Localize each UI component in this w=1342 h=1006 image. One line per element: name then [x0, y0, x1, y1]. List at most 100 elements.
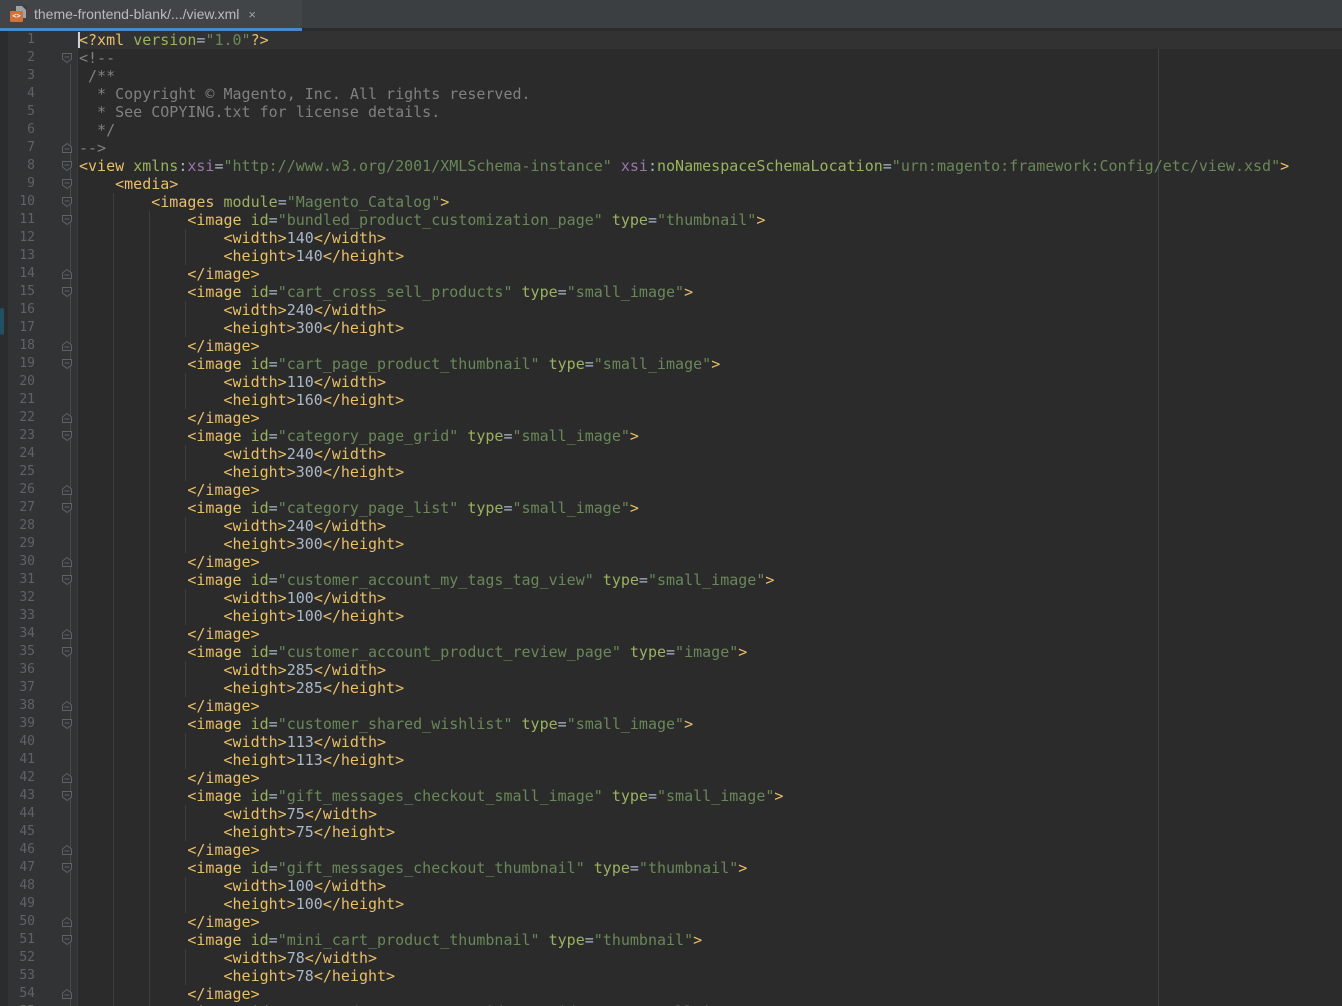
code-line[interactable]: 19 <image id="cart_page_product_thumbnai… [0, 355, 1342, 373]
fold-marker-icon[interactable] [61, 628, 73, 640]
fold-marker-icon[interactable] [61, 862, 73, 874]
code-line[interactable]: 1<?xml version="1.0"?> [0, 31, 1342, 49]
code-line[interactable]: 34 </image> [0, 625, 1342, 643]
code-line[interactable]: 41 <height>113</height> [0, 751, 1342, 769]
fold-slot [35, 913, 78, 931]
fold-marker-icon[interactable] [61, 178, 73, 190]
fold-slot [35, 49, 78, 67]
code-line[interactable]: 53 <height>78</height> [0, 967, 1342, 985]
code-line[interactable]: 16 <width>240</width> [0, 301, 1342, 319]
fold-marker-icon[interactable] [61, 646, 73, 658]
fold-slot [35, 535, 78, 553]
code-line[interactable]: 11 <image id="bundled_product_customizat… [0, 211, 1342, 229]
fold-marker-icon[interactable] [61, 286, 73, 298]
code-line[interactable]: 4 * Copyright © Magento, Inc. All rights… [0, 85, 1342, 103]
code-line[interactable]: 9 <media> [0, 175, 1342, 193]
code-line[interactable]: 12 <width>140</width> [0, 229, 1342, 247]
fold-marker-icon[interactable] [61, 988, 73, 1000]
code-line[interactable]: 26 </image> [0, 481, 1342, 499]
code-line[interactable]: 43 <image id="gift_messages_checkout_sma… [0, 787, 1342, 805]
fold-marker-icon[interactable] [61, 412, 73, 424]
code-line[interactable]: 21 <height>160</height> [0, 391, 1342, 409]
code-line[interactable]: 17 <height>300</height> [0, 319, 1342, 337]
code-line[interactable]: 13 <height>140</height> [0, 247, 1342, 265]
fold-marker-icon[interactable] [61, 574, 73, 586]
fold-marker-icon[interactable] [61, 358, 73, 370]
code-line[interactable]: 32 <width>100</width> [0, 589, 1342, 607]
fold-marker-icon[interactable] [61, 484, 73, 496]
fold-marker-icon[interactable] [61, 430, 73, 442]
code-line[interactable]: 37 <height>285</height> [0, 679, 1342, 697]
fold-marker-icon[interactable] [61, 700, 73, 712]
editor-tab[interactable]: <> theme-frontend-blank/.../view.xml × [0, 0, 302, 28]
code-line[interactable]: 45 <height>75</height> [0, 823, 1342, 841]
xml-file-icon: <> [10, 6, 27, 22]
fold-marker-icon[interactable] [61, 790, 73, 802]
tab-close-icon[interactable]: × [248, 7, 256, 22]
code-line[interactable]: 20 <width>110</width> [0, 373, 1342, 391]
code-line[interactable]: 6 */ [0, 121, 1342, 139]
code-line[interactable]: 36 <width>285</width> [0, 661, 1342, 679]
fold-slot [35, 517, 78, 535]
fold-slot [35, 445, 78, 463]
fold-slot [35, 121, 78, 139]
code-line[interactable]: 28 <width>240</width> [0, 517, 1342, 535]
fold-slot [35, 499, 78, 517]
code-line[interactable]: 52 <width>78</width> [0, 949, 1342, 967]
code-line[interactable]: 47 <image id="gift_messages_checkout_thu… [0, 859, 1342, 877]
fold-marker-icon[interactable] [61, 196, 73, 208]
code-line[interactable]: 31 <image id="customer_account_my_tags_t… [0, 571, 1342, 589]
code-line[interactable]: 40 <width>113</width> [0, 733, 1342, 751]
code-line[interactable]: 48 <width>100</width> [0, 877, 1342, 895]
code-line[interactable]: 23 <image id="category_page_grid" type="… [0, 427, 1342, 445]
left-stripe-thumb[interactable] [0, 308, 4, 335]
code-line[interactable]: 30 </image> [0, 553, 1342, 571]
code-line[interactable]: 25 <height>300</height> [0, 463, 1342, 481]
fold-marker-icon[interactable] [61, 844, 73, 856]
code-line[interactable]: 3 /** [0, 67, 1342, 85]
code-line[interactable]: 44 <width>75</width> [0, 805, 1342, 823]
fold-marker-icon[interactable] [61, 718, 73, 730]
code-line[interactable]: 46 </image> [0, 841, 1342, 859]
code-line[interactable]: 8<view xmlns:xsi="http://www.w3.org/2001… [0, 157, 1342, 175]
code-editor[interactable]: 1<?xml version="1.0"?>2<!--3 /**4 * Copy… [0, 31, 1342, 1006]
fold-marker-icon[interactable] [61, 916, 73, 928]
fold-marker-icon[interactable] [61, 502, 73, 514]
fold-marker-icon[interactable] [61, 214, 73, 226]
code-line[interactable]: 10 <images module="Magento_Catalog"> [0, 193, 1342, 211]
fold-slot [35, 355, 78, 373]
fold-marker-icon[interactable] [61, 52, 73, 64]
fold-marker-icon[interactable] [61, 340, 73, 352]
fold-marker-icon[interactable] [61, 556, 73, 568]
fold-slot [35, 805, 78, 823]
fold-marker-icon[interactable] [61, 268, 73, 280]
code-line[interactable]: 33 <height>100</height> [0, 607, 1342, 625]
code-line[interactable]: 51 <image id="mini_cart_product_thumbnai… [0, 931, 1342, 949]
code-line[interactable]: 22 </image> [0, 409, 1342, 427]
fold-slot [35, 625, 78, 643]
code-line[interactable]: 14 </image> [0, 265, 1342, 283]
fold-slot [35, 265, 78, 283]
code-line[interactable]: 27 <image id="category_page_list" type="… [0, 499, 1342, 517]
code-line[interactable]: 50 </image> [0, 913, 1342, 931]
fold-slot [35, 229, 78, 247]
code-line[interactable]: 7--> [0, 139, 1342, 157]
fold-slot [35, 985, 78, 1003]
code-line[interactable]: 24 <width>240</width> [0, 445, 1342, 463]
fold-marker-icon[interactable] [61, 772, 73, 784]
text-caret [78, 32, 80, 48]
code-line[interactable]: 18 </image> [0, 337, 1342, 355]
code-line[interactable]: 29 <height>300</height> [0, 535, 1342, 553]
fold-marker-icon[interactable] [61, 142, 73, 154]
code-line[interactable]: 54 </image> [0, 985, 1342, 1003]
code-line[interactable]: 39 <image id="customer_shared_wishlist" … [0, 715, 1342, 733]
code-line[interactable]: 5 * See COPYING.txt for license details. [0, 103, 1342, 121]
code-line[interactable]: 35 <image id="customer_account_product_r… [0, 643, 1342, 661]
code-line[interactable]: 38 </image> [0, 697, 1342, 715]
code-line[interactable]: 2<!-- [0, 49, 1342, 67]
code-line[interactable]: 49 <height>100</height> [0, 895, 1342, 913]
code-line[interactable]: 42 </image> [0, 769, 1342, 787]
code-line[interactable]: 15 <image id="cart_cross_sell_products" … [0, 283, 1342, 301]
fold-marker-icon[interactable] [61, 934, 73, 946]
fold-marker-icon[interactable] [61, 160, 73, 172]
